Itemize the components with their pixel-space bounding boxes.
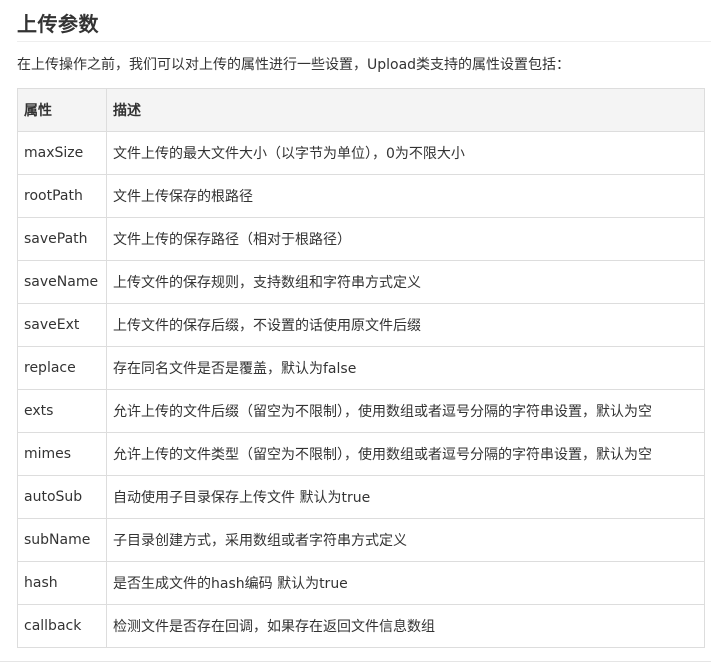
- property-name: savePath: [17, 217, 107, 261]
- property-name: maxSize: [17, 131, 107, 175]
- table-row: saveName 上传文件的保存规则，支持数组和字符串方式定义: [17, 260, 705, 304]
- table-row: savePath 文件上传的保存路径（相对于根路径）: [17, 217, 705, 261]
- column-header-description: 描述: [106, 88, 705, 132]
- table-row: replace 存在同名文件是否是覆盖，默认为false: [17, 346, 705, 390]
- property-name: hash: [17, 561, 107, 605]
- params-table-wrapper: 属性 描述 maxSize 文件上传的最大文件大小（以字节为单位），0为不限大小…: [17, 88, 705, 648]
- document-page: 上传参数 在上传操作之前，我们可以对上传的属性进行一些设置，Upload类支持的…: [0, 0, 711, 664]
- property-name: saveExt: [17, 303, 107, 347]
- page-bottom-divider: [0, 661, 711, 662]
- property-name: autoSub: [17, 475, 107, 519]
- table-row: rootPath 文件上传保存的根路径: [17, 174, 705, 218]
- table-body: maxSize 文件上传的最大文件大小（以字节为单位），0为不限大小 rootP…: [17, 131, 705, 648]
- property-description: 存在同名文件是否是覆盖，默认为false: [106, 346, 705, 390]
- params-table: 属性 描述 maxSize 文件上传的最大文件大小（以字节为单位），0为不限大小…: [17, 88, 705, 648]
- property-description: 文件上传的保存路径（相对于根路径）: [106, 217, 705, 261]
- table-row: autoSub 自动使用子目录保存上传文件 默认为true: [17, 475, 705, 519]
- table-row: exts 允许上传的文件后缀（留空为不限制），使用数组或者逗号分隔的字符串设置，…: [17, 389, 705, 433]
- property-name: saveName: [17, 260, 107, 304]
- table-row: saveExt 上传文件的保存后缀，不设置的话使用原文件后缀: [17, 303, 705, 347]
- table-header: 属性 描述: [17, 88, 705, 132]
- property-description: 是否生成文件的hash编码 默认为true: [106, 561, 705, 605]
- property-description: 自动使用子目录保存上传文件 默认为true: [106, 475, 705, 519]
- property-name: exts: [17, 389, 107, 433]
- property-name: callback: [17, 604, 107, 648]
- heading-divider: [17, 41, 711, 42]
- intro-paragraph: 在上传操作之前，我们可以对上传的属性进行一些设置，Upload类支持的属性设置包…: [17, 57, 571, 73]
- property-description: 文件上传的最大文件大小（以字节为单位），0为不限大小: [106, 131, 705, 175]
- table-row: mimes 允许上传的文件类型（留空为不限制），使用数组或者逗号分隔的字符串设置…: [17, 432, 705, 476]
- property-description: 子目录创建方式，采用数组或者字符串方式定义: [106, 518, 705, 562]
- table-header-row: 属性 描述: [17, 88, 705, 132]
- table-row: callback 检测文件是否存在回调，如果存在返回文件信息数组: [17, 604, 705, 648]
- property-description: 文件上传保存的根路径: [106, 174, 705, 218]
- property-description: 允许上传的文件类型（留空为不限制），使用数组或者逗号分隔的字符串设置，默认为空: [106, 432, 705, 476]
- table-row: subName 子目录创建方式，采用数组或者字符串方式定义: [17, 518, 705, 562]
- column-header-property: 属性: [17, 88, 107, 132]
- property-description: 上传文件的保存规则，支持数组和字符串方式定义: [106, 260, 705, 304]
- property-description: 检测文件是否存在回调，如果存在返回文件信息数组: [106, 604, 705, 648]
- table-row: maxSize 文件上传的最大文件大小（以字节为单位），0为不限大小: [17, 131, 705, 175]
- property-description: 允许上传的文件后缀（留空为不限制），使用数组或者逗号分隔的字符串设置，默认为空: [106, 389, 705, 433]
- property-name: replace: [17, 346, 107, 390]
- section-heading: 上传参数: [17, 12, 99, 36]
- property-name: rootPath: [17, 174, 107, 218]
- property-name: mimes: [17, 432, 107, 476]
- property-name: subName: [17, 518, 107, 562]
- table-row: hash 是否生成文件的hash编码 默认为true: [17, 561, 705, 605]
- property-description: 上传文件的保存后缀，不设置的话使用原文件后缀: [106, 303, 705, 347]
